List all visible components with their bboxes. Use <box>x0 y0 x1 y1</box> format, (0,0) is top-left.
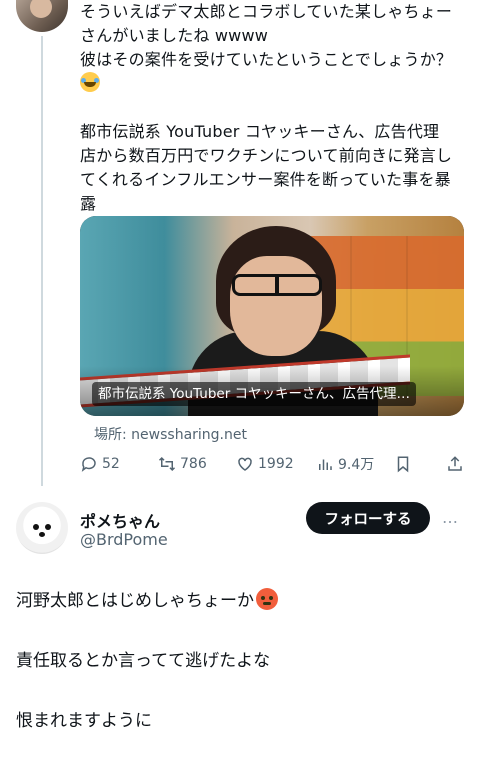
reply-text-line-3: 恨まれますように <box>16 711 152 731</box>
bookmark-button[interactable] <box>394 455 416 473</box>
link-preview-card[interactable]: 都市伝説系 YouTuber コヤッキーさん、広告代理… <box>80 216 464 416</box>
tweet-paragraph2-line-1: 都市伝説系 YouTuber コヤッキーさん、広告代理 <box>80 122 440 141</box>
author-avatar[interactable] <box>16 0 68 32</box>
more-options-icon[interactable]: … <box>442 508 459 527</box>
reply-text-line-1: 河野太郎とはじめしゃちょーか <box>16 588 278 614</box>
glasses <box>232 274 322 296</box>
tweet-body: そういえばデマ太郎とコラボしていた某しゃちょー さんがいましたね wwww 彼は… <box>80 0 470 216</box>
retweet-count: 786 <box>180 456 207 472</box>
reply-author-avatar[interactable] <box>16 502 68 554</box>
retweet-icon <box>158 456 176 472</box>
reply-text-line-2: 責任取るとか言ってて逃げたよな <box>16 651 271 671</box>
tweet-paragraph2-line-2: 店から数百万円でワクチンについて前向きに発言し <box>80 146 453 165</box>
avatar-face <box>30 0 52 18</box>
tweet-paragraph2-line-3: てくれるインフルエンサー案件を断っていた事を暴 <box>80 170 451 189</box>
reply-author-handle[interactable]: @BrdPome <box>80 530 168 549</box>
retweet-button[interactable]: 786 <box>158 455 207 473</box>
eye <box>45 524 51 530</box>
card-title: 都市伝説系 YouTuber コヤッキーさん、広告代理… <box>92 382 417 406</box>
views-button[interactable]: 9.4万 <box>316 454 374 474</box>
view-count: 9.4万 <box>338 457 375 473</box>
tweet-actions: 52 786 1992 9.4万 <box>80 452 470 476</box>
bookmark-icon <box>397 456 409 473</box>
face <box>230 256 322 356</box>
reply-button[interactable]: 52 <box>80 455 120 473</box>
follow-button[interactable]: フォローする <box>306 502 430 534</box>
tweet-line-1: そういえばデマ太郎とコラボしていた某しゃちょー <box>80 2 453 21</box>
tweet-paragraph2-line-4: 露 <box>80 194 97 213</box>
like-count: 1992 <box>258 456 294 472</box>
tweet-text: そういえばデマ太郎とコラボしていた某しゃちょー さんがいましたね wwww 彼は… <box>80 0 470 216</box>
bar-chart-icon <box>319 459 332 470</box>
card-source[interactable]: 場所: newssharing.net <box>94 424 247 444</box>
nose <box>39 532 45 537</box>
angry-face-emoji <box>256 588 278 610</box>
share-button[interactable] <box>446 455 468 473</box>
reply-count: 52 <box>102 456 120 472</box>
reply-icon <box>81 457 96 472</box>
like-button[interactable]: 1992 <box>236 455 294 473</box>
share-icon <box>448 456 462 471</box>
laughing-with-tears-emoji <box>80 72 100 92</box>
heart-icon <box>238 457 252 471</box>
eye <box>33 524 39 530</box>
reply-line-1-text: 河野太郎とはじめしゃちょーか <box>16 591 254 611</box>
thread-connector-line <box>41 36 43 486</box>
reply-author-name[interactable]: ポメちゃん <box>80 508 160 532</box>
tweet-line-3: 彼はその案件を受けていたということでしょうか？ <box>80 50 453 69</box>
tweet-line-2: さんがいましたね wwww <box>80 26 269 45</box>
